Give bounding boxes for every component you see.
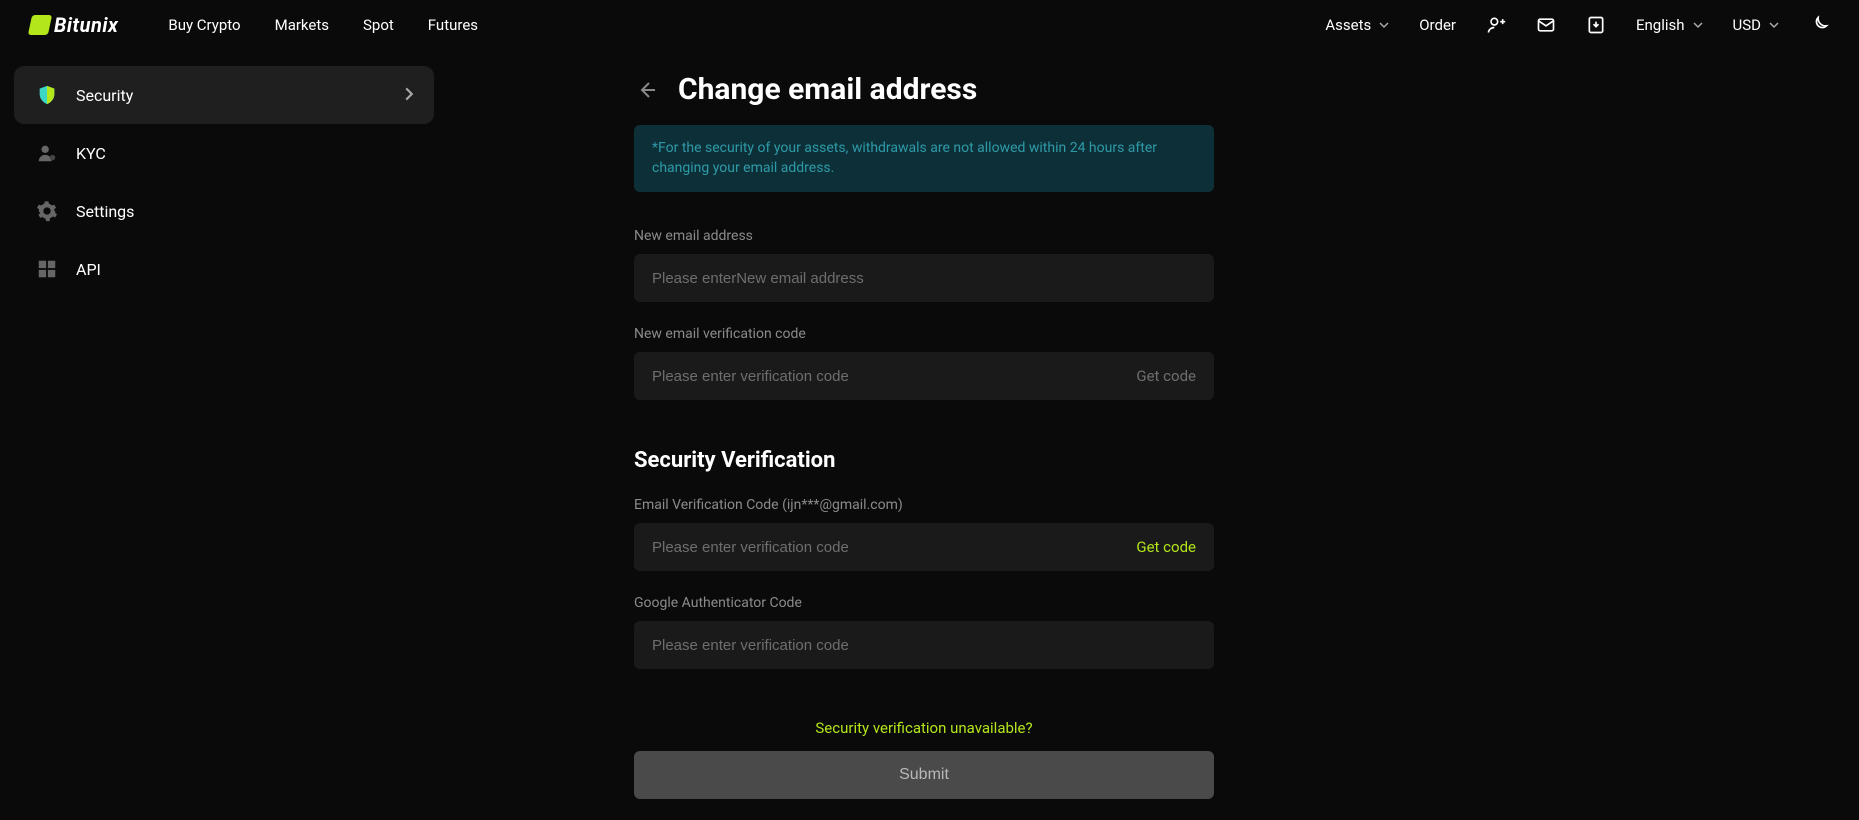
nav-language[interactable]: English [1636,16,1703,34]
brand-logo[interactable]: Bitunix [30,13,118,37]
sidebar-item-api[interactable]: API [14,240,434,298]
nav-right: Assets Order English [1325,15,1829,35]
nav-order[interactable]: Order [1419,16,1456,34]
gear-icon [36,200,58,222]
email-code-input-wrap: Get code [634,523,1214,571]
chevron-down-icon [1379,20,1389,30]
nav-markets[interactable]: Markets [275,16,329,34]
chevron-down-icon [1769,20,1779,30]
mail-icon[interactable] [1536,15,1556,35]
download-icon[interactable] [1586,15,1606,35]
theme-moon-icon[interactable] [1809,15,1829,35]
sidebar-item-label: Settings [76,202,134,221]
user-icon [36,142,58,164]
new-email-label: New email address [634,228,1214,244]
submit-button[interactable]: Submit [634,751,1214,799]
new-email-input-wrap [634,254,1214,302]
page-title: Change email address [678,72,977,107]
top-nav: Bitunix Buy Crypto Markets Spot Futures … [0,0,1859,50]
google-code-input[interactable] [652,637,1196,654]
chevron-right-icon [402,86,416,105]
security-verification-title: Security Verification [634,448,1214,473]
sidebar-item-label: KYC [76,144,106,163]
nav-buy-crypto[interactable]: Buy Crypto [168,16,240,34]
new-code-input-wrap: Get code [634,352,1214,400]
sidebar-item-settings[interactable]: Settings [14,182,434,240]
main-content: Change email address *For the security o… [434,66,1845,799]
back-arrow-icon[interactable] [634,78,658,102]
user-add-icon[interactable] [1486,15,1506,35]
nav-futures[interactable]: Futures [428,16,478,34]
grid-icon [36,258,58,280]
get-code-button-new[interactable]: Get code [1136,367,1196,385]
new-email-input[interactable] [652,270,1196,287]
new-code-label: New email verification code [634,326,1214,342]
sidebar: Security KYC Settings API [14,66,434,799]
nav-spot[interactable]: Spot [363,16,394,34]
google-code-label: Google Authenticator Code [634,595,1214,611]
email-code-input[interactable] [652,539,1136,556]
sidebar-item-security[interactable]: Security [14,66,434,124]
nav-assets-label: Assets [1325,16,1371,34]
nav-assets[interactable]: Assets [1325,16,1389,34]
help-link[interactable]: Security verification unavailable? [634,719,1214,737]
nav-language-label: English [1636,16,1685,34]
get-code-button-email[interactable]: Get code [1136,538,1196,556]
nav-currency-label: USD [1733,16,1761,34]
warning-notice: *For the security of your assets, withdr… [634,125,1214,192]
shield-icon [36,84,58,106]
logo-icon [28,15,52,35]
logo-text: Bitunix [54,13,118,37]
sidebar-item-label: Security [76,86,133,105]
main-nav: Buy Crypto Markets Spot Futures [168,16,478,34]
sidebar-item-label: API [76,260,101,279]
chevron-down-icon [1693,20,1703,30]
new-code-input[interactable] [652,368,1136,385]
nav-currency[interactable]: USD [1733,16,1779,34]
email-code-label: Email Verification Code (ijn***@gmail.co… [634,497,1214,513]
google-code-input-wrap [634,621,1214,669]
sidebar-item-kyc[interactable]: KYC [14,124,434,182]
